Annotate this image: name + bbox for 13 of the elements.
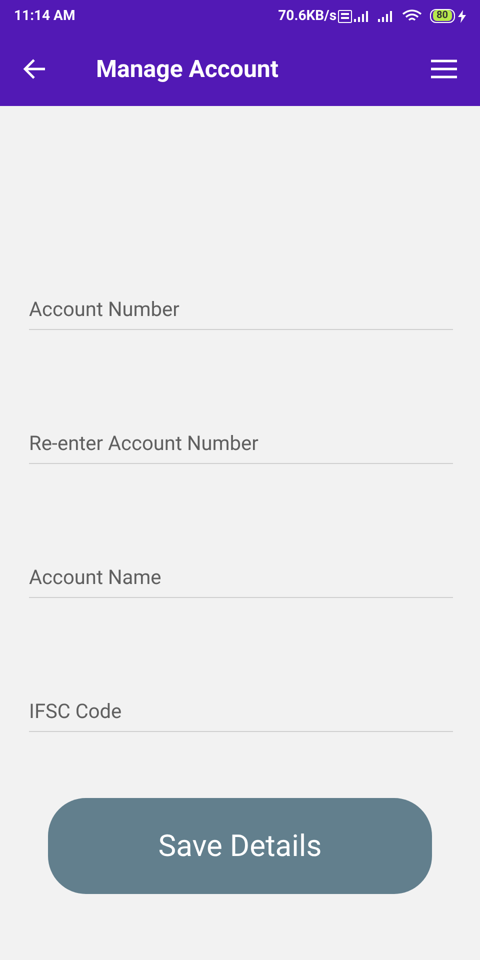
input-field[interactable]: Re-enter Account Number <box>29 424 453 464</box>
menu-icon <box>431 59 457 79</box>
charging-icon <box>458 10 466 22</box>
back-arrow-icon <box>23 58 47 80</box>
wifi-icon <box>402 9 422 23</box>
input-field[interactable]: Account Name <box>29 558 453 598</box>
save-details-button[interactable]: Save Details <box>48 798 432 894</box>
input-field[interactable]: IFSC Code <box>29 692 453 732</box>
input-field[interactable]: Account Number <box>29 290 453 330</box>
screen-title: Manage Account <box>96 54 278 85</box>
status-time: 11:14 AM <box>14 6 76 26</box>
network-speed: 70.6KB/s <box>278 6 337 26</box>
battery-indicator: 80 <box>430 9 455 23</box>
